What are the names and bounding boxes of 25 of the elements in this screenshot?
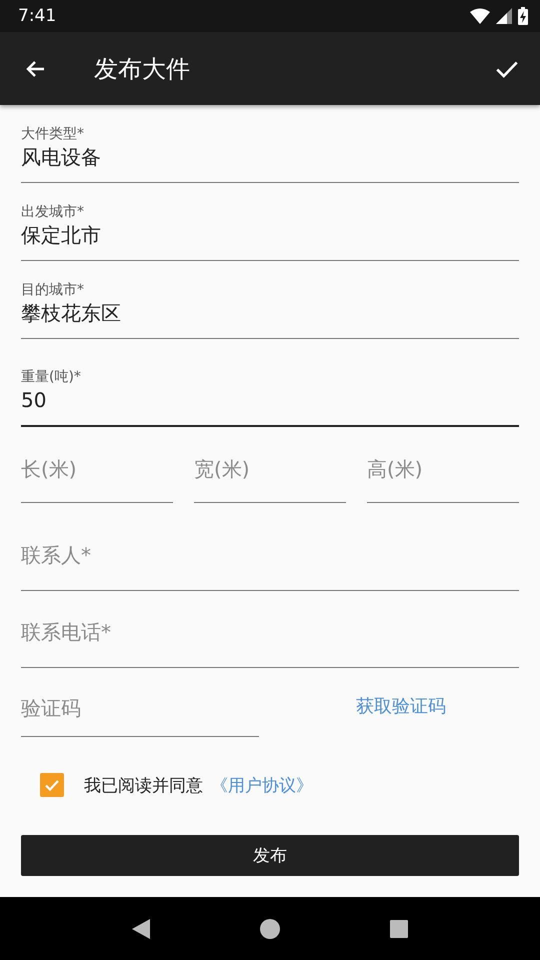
input-field[interactable]: 保定北市: [21, 222, 519, 261]
page-title: 发布大件: [94, 54, 191, 84]
input-field[interactable]: 宽(米): [194, 455, 346, 483]
agreement-text: 我已阅读并同意: [84, 774, 203, 796]
battery-icon: [518, 7, 528, 25]
input-field[interactable]: 长(米): [21, 455, 173, 483]
field-label: 目的城市*: [21, 281, 85, 300]
input-field[interactable]: 风电设备: [21, 144, 519, 183]
input-field[interactable]: 50: [21, 387, 519, 427]
recents-nav-icon[interactable]: [390, 920, 408, 938]
status-time: 7:41: [18, 6, 56, 26]
field-label: 出发城市*: [21, 203, 85, 222]
home-nav-icon[interactable]: [260, 918, 280, 938]
wifi-icon: [470, 8, 490, 24]
agreement-checkbox[interactable]: [40, 773, 64, 797]
input-field[interactable]: 验证码: [21, 694, 259, 722]
input-field[interactable]: 联系人*: [21, 541, 519, 569]
input-field[interactable]: 攀枝花东区: [21, 300, 519, 339]
publish-button[interactable]: 发布: [21, 835, 519, 876]
input-field[interactable]: 联系电话*: [21, 618, 519, 646]
field-label: 大件类型*: [21, 125, 85, 144]
back-nav-icon[interactable]: [132, 918, 150, 938]
signal-icon: [496, 8, 512, 24]
input-field[interactable]: 高(米): [367, 455, 519, 483]
field-label: 重量(吨)*: [21, 368, 82, 387]
